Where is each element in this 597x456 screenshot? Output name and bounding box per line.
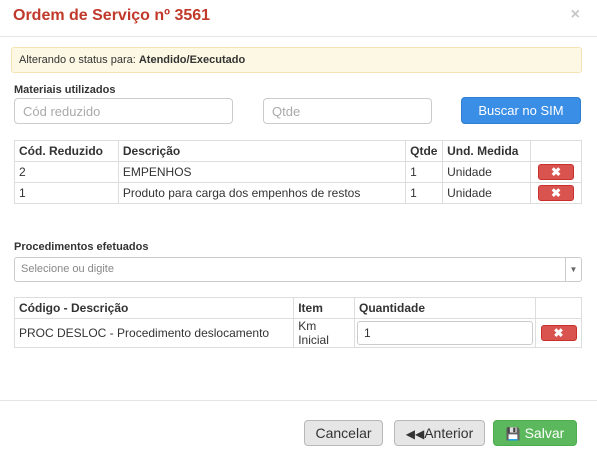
status-alert: Alterando o status para: Atendido/Execut…: [11, 47, 582, 73]
delete-button[interactable]: ✖: [537, 164, 574, 180]
cell-actions: ✖: [535, 318, 582, 348]
code-input[interactable]: [14, 98, 233, 124]
cell-item: Km Inicial: [293, 318, 355, 348]
cell-description: EMPENHOS: [117, 161, 407, 183]
alert-status: Atendido/Executado: [138, 54, 246, 66]
column-header: Qtde: [405, 140, 444, 162]
footer-divider: [0, 400, 597, 401]
search-sim-button[interactable]: Buscar no SIM: [461, 97, 581, 124]
quantity-input[interactable]: [357, 321, 533, 345]
column-header: Item: [293, 297, 355, 319]
table-row: 1 Produto para carga dos empenhos de res…: [14, 182, 583, 204]
procedures-table: Código - Descrição Item Quantidade PROC …: [13, 297, 582, 348]
cell-quantity: [354, 318, 536, 348]
qty-input[interactable]: [263, 98, 432, 124]
column-header: Descrição: [117, 140, 407, 162]
cancel-button[interactable]: Cancelar: [304, 420, 383, 446]
save-button[interactable]: 💾 Salvar: [493, 420, 577, 446]
cell-description: Produto para carga dos empenhos de resto…: [117, 182, 407, 204]
dialog-header: Ordem de Serviço nº 3561 ×: [0, 0, 597, 36]
chevron-down-icon: ▼: [565, 258, 581, 281]
table-row: 2 EMPENHOS 1 Unidade ✖: [14, 161, 583, 183]
cell-qty: 1: [405, 182, 444, 204]
column-header: Und. Medida: [442, 140, 531, 162]
table-row: PROC DESLOC - Procedimento deslocamento …: [13, 318, 582, 348]
alert-prefix: Alterando o status para:: [19, 54, 139, 66]
materials-label: Materiais utilizados: [14, 84, 116, 96]
cell-actions: ✖: [529, 182, 583, 204]
column-header-actions: [535, 297, 582, 319]
cell-code: 2: [14, 161, 119, 183]
previous-button[interactable]: ◀◀Anterior: [394, 420, 485, 446]
close-icon[interactable]: ×: [571, 6, 580, 24]
cell-unit: Unidade: [442, 161, 531, 183]
materials-header-row: Cód. Reduzido Descrição Qtde Und. Medida: [14, 140, 583, 162]
procedures-header-row: Código - Descrição Item Quantidade: [13, 297, 582, 319]
cell-code: 1: [14, 182, 119, 204]
dialog-title: Ordem de Serviço nº 3561: [13, 7, 211, 24]
materials-table: Cód. Reduzido Descrição Qtde Und. Medida…: [14, 140, 583, 204]
delete-button[interactable]: ✖: [540, 325, 577, 341]
procedures-label: Procedimentos efetuados: [14, 241, 149, 253]
procedure-select[interactable]: Selecione ou digite ▼: [14, 257, 582, 282]
cell-qty: 1: [405, 161, 444, 183]
delete-button[interactable]: ✖: [537, 185, 574, 201]
column-header: Quantidade: [354, 297, 536, 319]
previous-label: Anterior: [424, 425, 474, 441]
close-icon: ✖: [553, 326, 564, 340]
close-icon: ✖: [550, 165, 562, 179]
close-icon: ✖: [550, 186, 562, 200]
header-divider: [0, 36, 597, 37]
select-placeholder: Selecione ou digite: [21, 263, 114, 275]
cell-description: PROC DESLOC - Procedimento deslocamento: [13, 318, 295, 348]
save-icon: 💾: [505, 427, 521, 441]
column-header: Cód. Reduzido: [14, 140, 119, 162]
backward-icon: ◀◀: [405, 427, 425, 441]
column-header-actions: [529, 140, 583, 162]
column-header: Código - Descrição: [13, 297, 295, 319]
save-label: Salvar: [524, 425, 565, 441]
cell-actions: ✖: [529, 161, 583, 183]
cell-unit: Unidade: [442, 182, 531, 204]
